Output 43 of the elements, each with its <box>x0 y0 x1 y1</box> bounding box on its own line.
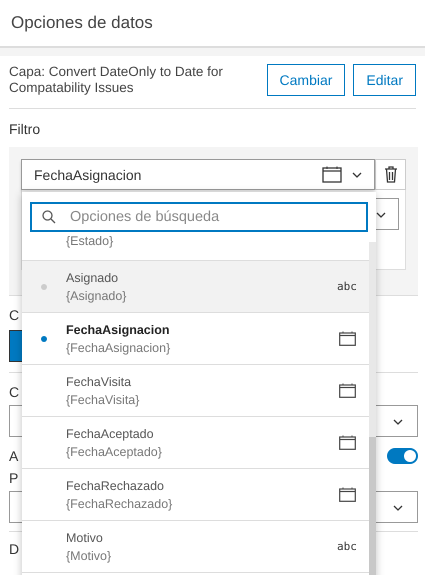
option-name: FechaVisita <box>66 374 132 388</box>
layer-name: Capa: Convert DateOnly to Date for Compatability Issues <box>9 64 224 96</box>
option-field: {FechaAsignacion} <box>66 340 339 354</box>
panel-title: Opciones de datos <box>11 13 153 33</box>
field-option[interactable]: Asignado {Asignado} abc <box>22 261 370 313</box>
option-field: {FechaRechazado} <box>66 496 339 510</box>
calendar-icon <box>339 435 356 450</box>
filter-label: Filtro <box>9 121 40 137</box>
option-field: {Estado} <box>66 234 370 248</box>
scrollbar[interactable] <box>369 242 376 575</box>
layer-button[interactable]: Cambiar <box>266 64 346 96</box>
section-label: C <box>9 306 20 325</box>
option-name: FechaAsignacion <box>66 322 170 336</box>
section-label: D <box>9 540 20 559</box>
type-label: abc <box>337 280 357 293</box>
chevron-down-icon <box>376 212 386 218</box>
option-field: {FechaAceptado} <box>66 444 339 458</box>
option-name: FechaAceptado <box>66 426 155 440</box>
option-name: FechaRechazado <box>66 478 165 492</box>
calendar-icon <box>339 383 356 398</box>
chevron-down-icon <box>352 172 362 178</box>
trash-icon <box>384 166 398 183</box>
option-label: P <box>9 469 18 488</box>
field-select[interactable]: FechaAsignacion <box>21 159 375 190</box>
calendar-icon <box>322 166 342 183</box>
layer-button[interactable]: Editar <box>353 64 416 96</box>
option-name: Asignado <box>66 270 120 284</box>
search-field[interactable]: Opciones de búsqueda <box>30 202 368 232</box>
option-label: A <box>9 447 18 466</box>
toggle-switch[interactable] <box>387 448 418 464</box>
delete-button[interactable] <box>375 159 406 190</box>
calendar-icon <box>339 487 356 502</box>
calendar-icon <box>339 331 356 346</box>
option-field: {Asignado} <box>66 288 337 302</box>
option-field: {Motivo} <box>66 548 337 562</box>
option-field: {FechaVisita} <box>66 392 339 406</box>
section-label: C <box>9 383 20 402</box>
chevron-down-icon <box>393 505 403 511</box>
type-label: abc <box>337 540 357 553</box>
option-name: Motivo <box>66 530 104 544</box>
status-dot <box>41 284 47 290</box>
status-dot <box>41 336 47 342</box>
chevron-down-icon <box>393 419 403 425</box>
